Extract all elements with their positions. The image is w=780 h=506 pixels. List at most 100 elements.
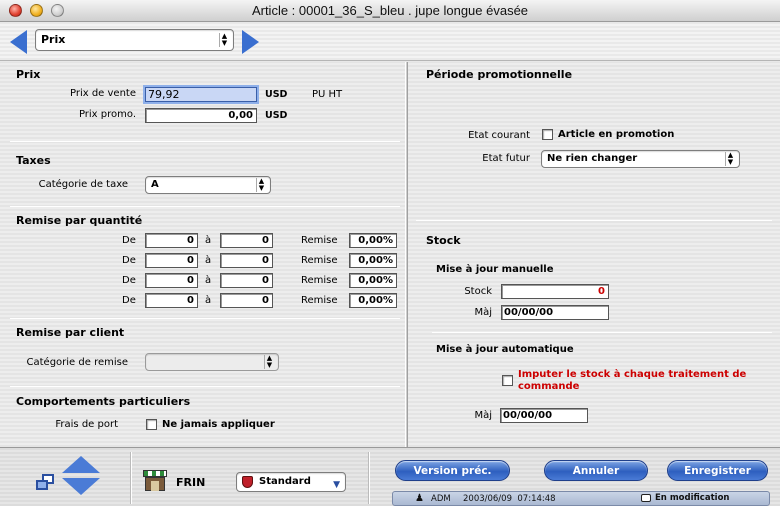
status-user: ADM (431, 494, 451, 504)
remise-label: Remise (301, 295, 338, 306)
ne-jamais-appliquer-checkbox[interactable] (146, 419, 157, 430)
windows-icon[interactable] (36, 474, 54, 490)
left-panel: Prix Prix de vente 79,92 USD PU HT Prix … (0, 62, 405, 447)
toolbar-divider (130, 452, 132, 504)
prix-vente-value: 79,92 (148, 88, 180, 101)
prix-promo-label: Prix promo. (78, 109, 136, 120)
categorie-remise-select[interactable]: ▲ ▼ (145, 353, 279, 371)
section-select[interactable]: Prix ▲ ▼ (35, 29, 234, 51)
enregistrer-button[interactable]: Enregistrer (667, 460, 768, 481)
auto-heading: Mise à jour automatique (436, 344, 574, 355)
a-label: à (205, 275, 212, 286)
comportements-heading: Comportements particuliers (16, 395, 191, 408)
mode-select[interactable]: Standard ▼ (236, 472, 346, 492)
remise-label: Remise (301, 235, 338, 246)
remise-client-heading: Remise par client (16, 326, 125, 339)
title-bar: Article : 00001_36_S_bleu . jupe longue … (0, 0, 780, 22)
de-field[interactable]: 0 (145, 293, 198, 308)
remise-quantite-heading: Remise par quantité (16, 214, 143, 227)
user-icon: ♟ (415, 493, 424, 504)
a-field[interactable]: 0 (220, 253, 273, 268)
store-code: FRIN (176, 476, 206, 489)
categorie-taxe-value: A (151, 179, 159, 190)
divider (10, 206, 400, 207)
navigation-bar: Prix ▲ ▼ (0, 23, 780, 61)
de-label: De (122, 235, 136, 246)
de-label: De (122, 295, 136, 306)
a-label: à (205, 235, 212, 246)
stock-field[interactable]: 0 (501, 284, 609, 299)
prix-vente-currency: USD (265, 89, 288, 100)
categorie-taxe-select[interactable]: A ▲ ▼ (145, 176, 271, 194)
remise-label: Remise (301, 275, 338, 286)
updown-icon: ▲ ▼ (725, 152, 735, 166)
right-panel: Période promotionnelle Etat courant Arti… (408, 62, 780, 447)
a-label: à (205, 295, 212, 306)
status-bar: ♟ ADM 2003/06/09 07:14:48 En modificatio… (392, 491, 770, 506)
section-select-value: Prix (41, 33, 66, 46)
a-field[interactable]: 0 (220, 233, 273, 248)
de-field[interactable]: 0 (145, 253, 198, 268)
etat-futur-select[interactable]: Ne rien changer ▲ ▼ (541, 150, 740, 168)
imputer-stock-label: Imputer le stock à chaque traitement de … (518, 369, 747, 392)
next-arrow-icon[interactable] (242, 30, 259, 54)
remise-field[interactable]: 0,00% (349, 293, 397, 308)
categorie-remise-label: Catégorie de remise (26, 357, 128, 368)
etat-courant-label: Etat courant (468, 130, 530, 141)
remise-field[interactable]: 0,00% (349, 273, 397, 288)
a-field[interactable]: 0 (220, 273, 273, 288)
ne-jamais-appliquer-label: Ne jamais appliquer (162, 419, 275, 430)
previous-arrow-icon[interactable] (10, 30, 27, 54)
frais-port-label: Frais de port (55, 419, 118, 430)
toolbar-divider (368, 452, 370, 504)
taxes-heading: Taxes (16, 154, 51, 167)
de-field[interactable]: 0 (145, 233, 198, 248)
divider (10, 386, 400, 387)
maj-auto-field[interactable]: 00/00/00 (500, 408, 588, 423)
prix-promo-currency: USD (265, 110, 288, 121)
remise-field[interactable]: 0,00% (349, 253, 397, 268)
maj-field[interactable]: 00/00/00 (501, 305, 609, 320)
pu-ht-label: PU HT (312, 89, 343, 100)
stock-label: Stock (464, 286, 492, 297)
window-title: Article : 00001_36_S_bleu . jupe longue … (251, 3, 529, 18)
prix-vente-field[interactable]: 79,92 (145, 87, 257, 102)
manuel-heading: Mise à jour manuelle (436, 264, 554, 275)
imputer-stock-checkbox[interactable] (502, 375, 513, 386)
scroll-up-icon[interactable] (62, 456, 100, 473)
article-en-promotion-label: Article en promotion (558, 129, 675, 140)
version-precedente-button[interactable]: Version préc. (395, 460, 510, 481)
de-field[interactable]: 0 (145, 273, 198, 288)
divider (432, 332, 772, 333)
status-mode: En modification (655, 493, 730, 503)
etat-futur-value: Ne rien changer (547, 153, 638, 164)
remise-field[interactable]: 0,00% (349, 233, 397, 248)
promo-heading: Période promotionnelle (426, 68, 573, 81)
a-field[interactable]: 0 (220, 293, 273, 308)
updown-icon: ▲ ▼ (264, 355, 274, 369)
prix-vente-label: Prix de vente (69, 88, 136, 99)
updown-icon: ▲ ▼ (219, 33, 229, 47)
shield-icon (242, 476, 253, 488)
scroll-down-icon[interactable] (62, 478, 100, 495)
article-en-promotion-checkbox[interactable] (542, 129, 553, 140)
mode-select-value: Standard (259, 476, 311, 487)
divider (416, 220, 772, 221)
categorie-taxe-label: Catégorie de taxe (38, 179, 128, 190)
status-datetime: 2003/06/09 07:14:48 (463, 494, 556, 504)
chevron-down-icon: ▼ (333, 480, 340, 490)
a-label: à (205, 255, 212, 266)
store-icon (143, 470, 167, 492)
speech-bubble-icon (641, 494, 651, 502)
de-label: De (122, 275, 136, 286)
remise-label: Remise (301, 255, 338, 266)
prix-promo-field[interactable]: 0,00 (145, 108, 257, 123)
divider (10, 318, 400, 319)
prix-heading: Prix (16, 68, 41, 81)
maj-auto-label: Màj (474, 410, 492, 421)
maj-label: Màj (474, 307, 492, 318)
annuler-button[interactable]: Annuler (544, 460, 648, 481)
de-label: De (122, 255, 136, 266)
divider (10, 141, 400, 142)
etat-futur-label: Etat futur (482, 153, 530, 164)
